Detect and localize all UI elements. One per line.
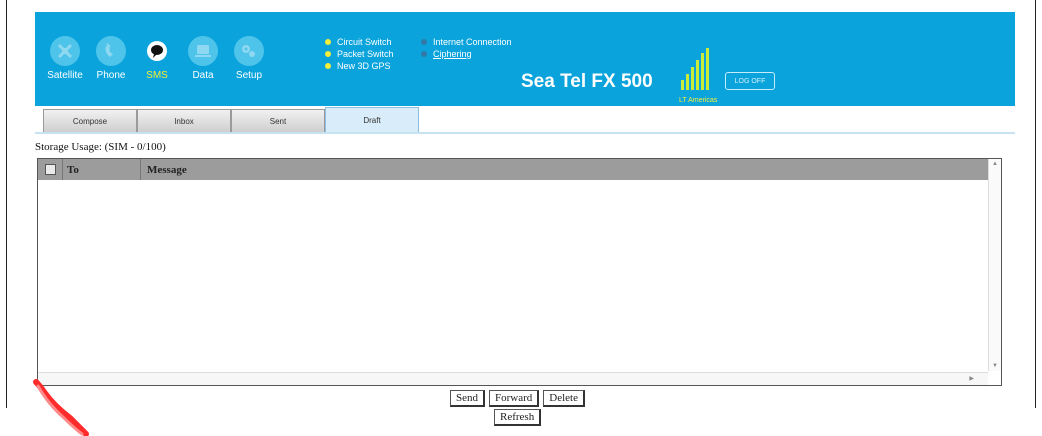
data-icon xyxy=(188,36,218,66)
tab-compose[interactable]: Compose xyxy=(43,109,137,132)
nav-phone[interactable]: Phone xyxy=(91,36,131,81)
select-all-checkbox[interactable] xyxy=(44,164,56,175)
nav-data[interactable]: Data xyxy=(183,36,223,81)
horizontal-scrollbar[interactable]: ▶ xyxy=(38,372,988,385)
signal-strength-icon xyxy=(681,48,709,90)
nav-label: Setup xyxy=(235,70,263,81)
column-message[interactable]: Message xyxy=(141,164,187,176)
tab-sent[interactable]: Sent xyxy=(231,109,325,132)
status-circuit-switch: Circuit Switch xyxy=(325,36,394,48)
phone-icon xyxy=(96,36,126,66)
scroll-up-icon[interactable]: ▲ xyxy=(992,161,998,167)
action-buttons: Send Forward Delete xyxy=(450,390,585,407)
scroll-right-icon[interactable]: ▶ xyxy=(969,375,974,382)
status-ciphering[interactable]: Ciphering xyxy=(421,48,512,60)
status-packet-switch: Packet Switch xyxy=(325,48,394,60)
brand-title: Sea Tel FX 500 xyxy=(521,71,653,92)
signal-label: LT Americas xyxy=(679,97,718,104)
ciphering-link[interactable]: Ciphering xyxy=(433,49,472,59)
table-header: To Message xyxy=(38,159,988,180)
refresh-button[interactable]: Refresh xyxy=(494,409,542,426)
status-dot-icon xyxy=(421,51,427,57)
send-button[interactable]: Send xyxy=(450,390,485,407)
status-dot-icon xyxy=(421,39,427,45)
nav-sms[interactable]: SMS xyxy=(137,36,177,81)
app-header: Satellite Phone SMS Data Setup Circuit S… xyxy=(35,12,1015,106)
status-gps: New 3D GPS xyxy=(325,60,394,72)
status-list-primary: Circuit Switch Packet Switch New 3D GPS xyxy=(325,36,394,72)
status-dot-icon xyxy=(325,63,331,69)
forward-button[interactable]: Forward xyxy=(489,390,540,407)
status-list-secondary: Internet Connection Ciphering xyxy=(421,36,512,60)
message-table: To Message ▲ ▼ ▶ xyxy=(37,158,1002,386)
storage-usage: Storage Usage: (SIM - 0/100) xyxy=(35,141,166,153)
status-dot-icon xyxy=(325,39,331,45)
main-nav: Satellite Phone SMS Data Setup xyxy=(45,36,269,81)
satellite-icon xyxy=(50,36,80,66)
logoff-button[interactable]: LOG OFF xyxy=(725,72,775,90)
nav-label: SMS xyxy=(146,70,168,81)
scroll-down-icon[interactable]: ▼ xyxy=(992,363,998,369)
column-to[interactable]: To xyxy=(63,159,141,180)
status-dot-icon xyxy=(325,51,331,57)
sms-icon xyxy=(142,36,172,66)
nav-setup[interactable]: Setup xyxy=(229,36,269,81)
tab-draft[interactable]: Draft xyxy=(325,107,419,132)
nav-label: Data xyxy=(192,70,214,81)
red-annotation-mark xyxy=(33,379,89,436)
tabs-divider xyxy=(35,132,1015,134)
select-all-cell xyxy=(38,159,63,180)
vertical-scrollbar[interactable]: ▲ ▼ xyxy=(988,159,1001,371)
delete-button[interactable]: Delete xyxy=(543,390,585,407)
nav-label: Phone xyxy=(96,70,126,81)
nav-satellite[interactable]: Satellite xyxy=(45,36,85,81)
tab-inbox[interactable]: Inbox xyxy=(137,109,231,132)
nav-label: Satellite xyxy=(47,70,83,81)
setup-icon xyxy=(234,36,264,66)
sms-tabs: Compose Inbox Sent Draft xyxy=(43,107,419,132)
status-internet: Internet Connection xyxy=(421,36,512,48)
